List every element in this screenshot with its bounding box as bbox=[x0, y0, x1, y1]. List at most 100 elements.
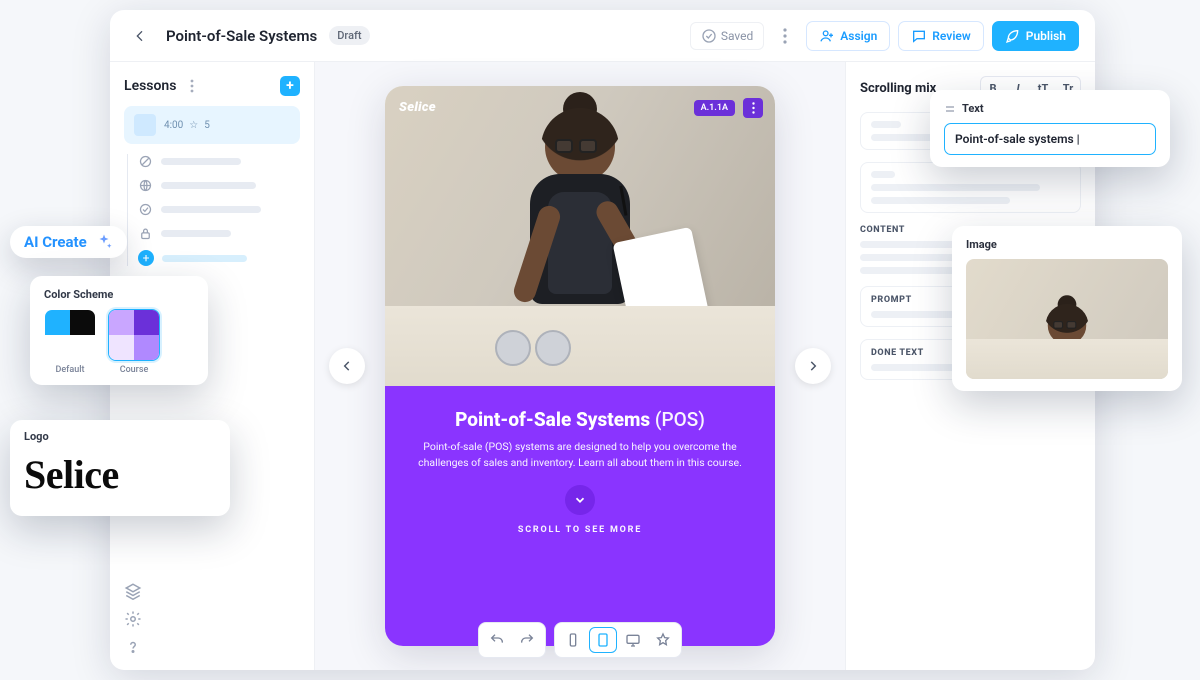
lesson-tree: + bbox=[124, 154, 300, 266]
text-block-input[interactable]: Point-of-sale systems | bbox=[944, 123, 1156, 155]
help-icon[interactable] bbox=[124, 638, 142, 656]
preview-description: Point-of-sale (POS) systems are designed… bbox=[411, 439, 749, 471]
ai-create-label: AI Create bbox=[24, 233, 87, 251]
inspector-heading: Scrolling mix bbox=[860, 81, 936, 96]
viewport-favorite-button[interactable] bbox=[649, 627, 677, 653]
viewport-group bbox=[554, 622, 682, 658]
image-block-thumbnail[interactable] bbox=[966, 259, 1168, 379]
check-circle-icon bbox=[138, 202, 153, 217]
check-shield-icon bbox=[701, 28, 717, 44]
preview-title-suffix: (POS) bbox=[655, 408, 705, 431]
drag-handle-icon[interactable] bbox=[944, 103, 956, 115]
preview-canvas: Selice A.1.1A bbox=[315, 62, 845, 670]
image-block-title: Image bbox=[966, 238, 1168, 251]
redo-icon bbox=[519, 632, 535, 648]
review-label: Review bbox=[932, 29, 970, 43]
prev-slide-button[interactable] bbox=[329, 348, 365, 384]
lesson-duration: 4:00 bbox=[164, 120, 183, 131]
text-block-card: Text Point-of-sale systems | bbox=[930, 90, 1170, 167]
preview-title-main: Point-of-Sale Systems bbox=[455, 408, 650, 431]
layers-icon[interactable] bbox=[124, 582, 142, 600]
kebab-icon bbox=[783, 28, 787, 44]
brand-overlay: Selice bbox=[399, 100, 436, 115]
tree-item-label-skeleton bbox=[161, 158, 241, 165]
star-icon: ☆ bbox=[189, 120, 198, 131]
viewport-mobile-button[interactable] bbox=[559, 627, 587, 653]
viewport-desktop-button[interactable] bbox=[619, 627, 647, 653]
lessons-heading: Lessons bbox=[124, 78, 176, 94]
device-preview[interactable]: Selice A.1.1A bbox=[385, 86, 775, 646]
hero-illustration bbox=[490, 112, 670, 304]
side-tools bbox=[124, 572, 300, 670]
status-badge: Draft bbox=[329, 26, 369, 45]
redo-button[interactable] bbox=[513, 627, 541, 653]
color-swatch-label: Course bbox=[120, 365, 149, 375]
mobile-icon bbox=[565, 632, 581, 648]
hero-image: Selice A.1.1A bbox=[385, 86, 775, 386]
publish-label: Publish bbox=[1026, 29, 1066, 43]
publish-button[interactable]: Publish bbox=[992, 21, 1079, 51]
logo-card: Logo Selice bbox=[10, 420, 230, 516]
color-swatch[interactable]: Default bbox=[44, 309, 96, 375]
scroll-label: SCROLL TO SEE MORE bbox=[518, 525, 642, 535]
image-block-card: Image bbox=[952, 226, 1182, 391]
add-lesson-button[interactable]: + bbox=[280, 76, 300, 96]
globe-icon bbox=[138, 178, 153, 193]
more-menu-button[interactable] bbox=[772, 23, 798, 49]
lesson-rating: 5 bbox=[204, 120, 210, 131]
color-swatch-label: Default bbox=[55, 365, 84, 375]
preview-title: Point-of-Sale Systems (POS) bbox=[455, 408, 705, 431]
tablet-icon bbox=[595, 632, 611, 648]
text-block-title: Text bbox=[962, 102, 984, 115]
tree-item[interactable] bbox=[138, 202, 300, 217]
add-circle-icon: + bbox=[138, 250, 154, 266]
lock-icon bbox=[138, 226, 153, 241]
tree-item-label-skeleton bbox=[162, 255, 247, 262]
color-swatch[interactable]: Course bbox=[108, 309, 160, 375]
viewport-tablet-button[interactable] bbox=[589, 627, 617, 653]
chevron-left-icon bbox=[340, 359, 354, 373]
undo-button[interactable] bbox=[483, 627, 511, 653]
comment-icon bbox=[911, 28, 927, 44]
history-group bbox=[478, 622, 546, 658]
logo-card-title: Logo bbox=[24, 430, 216, 443]
color-scheme-title: Color Scheme bbox=[44, 288, 194, 301]
tree-item-label-skeleton bbox=[161, 182, 256, 189]
hero-more-button[interactable] bbox=[743, 98, 763, 118]
hero-code-badge: A.1.1A bbox=[694, 100, 735, 116]
logo-preview: Selice bbox=[24, 451, 216, 498]
tree-item[interactable] bbox=[138, 178, 300, 193]
inspector-section-skeleton bbox=[860, 162, 1081, 213]
assign-label: Assign bbox=[840, 29, 877, 43]
lesson-meta: 4:00 ☆ 5 bbox=[164, 120, 210, 131]
sparkle-icon bbox=[95, 233, 113, 251]
ai-create-pill[interactable]: AI Create bbox=[10, 226, 127, 258]
undo-icon bbox=[489, 632, 505, 648]
chevron-right-icon bbox=[806, 359, 820, 373]
gear-icon[interactable] bbox=[124, 610, 142, 628]
user-plus-icon bbox=[819, 28, 835, 44]
arrow-left-icon bbox=[132, 28, 148, 44]
tree-item[interactable] bbox=[138, 226, 300, 241]
document-title: Point-of-Sale Systems bbox=[166, 27, 317, 45]
desktop-icon bbox=[625, 632, 641, 648]
lesson-card-active[interactable]: 4:00 ☆ 5 bbox=[124, 106, 300, 144]
back-button[interactable] bbox=[126, 22, 154, 50]
saved-label: Saved bbox=[721, 29, 753, 43]
next-slide-button[interactable] bbox=[795, 348, 831, 384]
star-icon bbox=[655, 632, 671, 648]
tree-item-label-skeleton bbox=[161, 206, 261, 213]
canvas-toolbar bbox=[478, 622, 682, 658]
tree-item[interactable] bbox=[138, 154, 300, 169]
scroll-down-button[interactable] bbox=[565, 485, 595, 515]
color-scheme-card: Color Scheme Default Course bbox=[30, 276, 208, 385]
tree-add-item[interactable]: + bbox=[138, 250, 300, 266]
lesson-thumbnail bbox=[134, 114, 156, 136]
chevron-down-icon bbox=[573, 493, 587, 507]
topbar: Point-of-Sale Systems Draft Saved Assign… bbox=[110, 10, 1095, 62]
assign-button[interactable]: Assign bbox=[806, 21, 890, 51]
review-button[interactable]: Review bbox=[898, 21, 983, 51]
lessons-more-icon[interactable] bbox=[184, 79, 200, 93]
kebab-icon bbox=[752, 102, 755, 114]
tree-item-label-skeleton bbox=[161, 230, 231, 237]
